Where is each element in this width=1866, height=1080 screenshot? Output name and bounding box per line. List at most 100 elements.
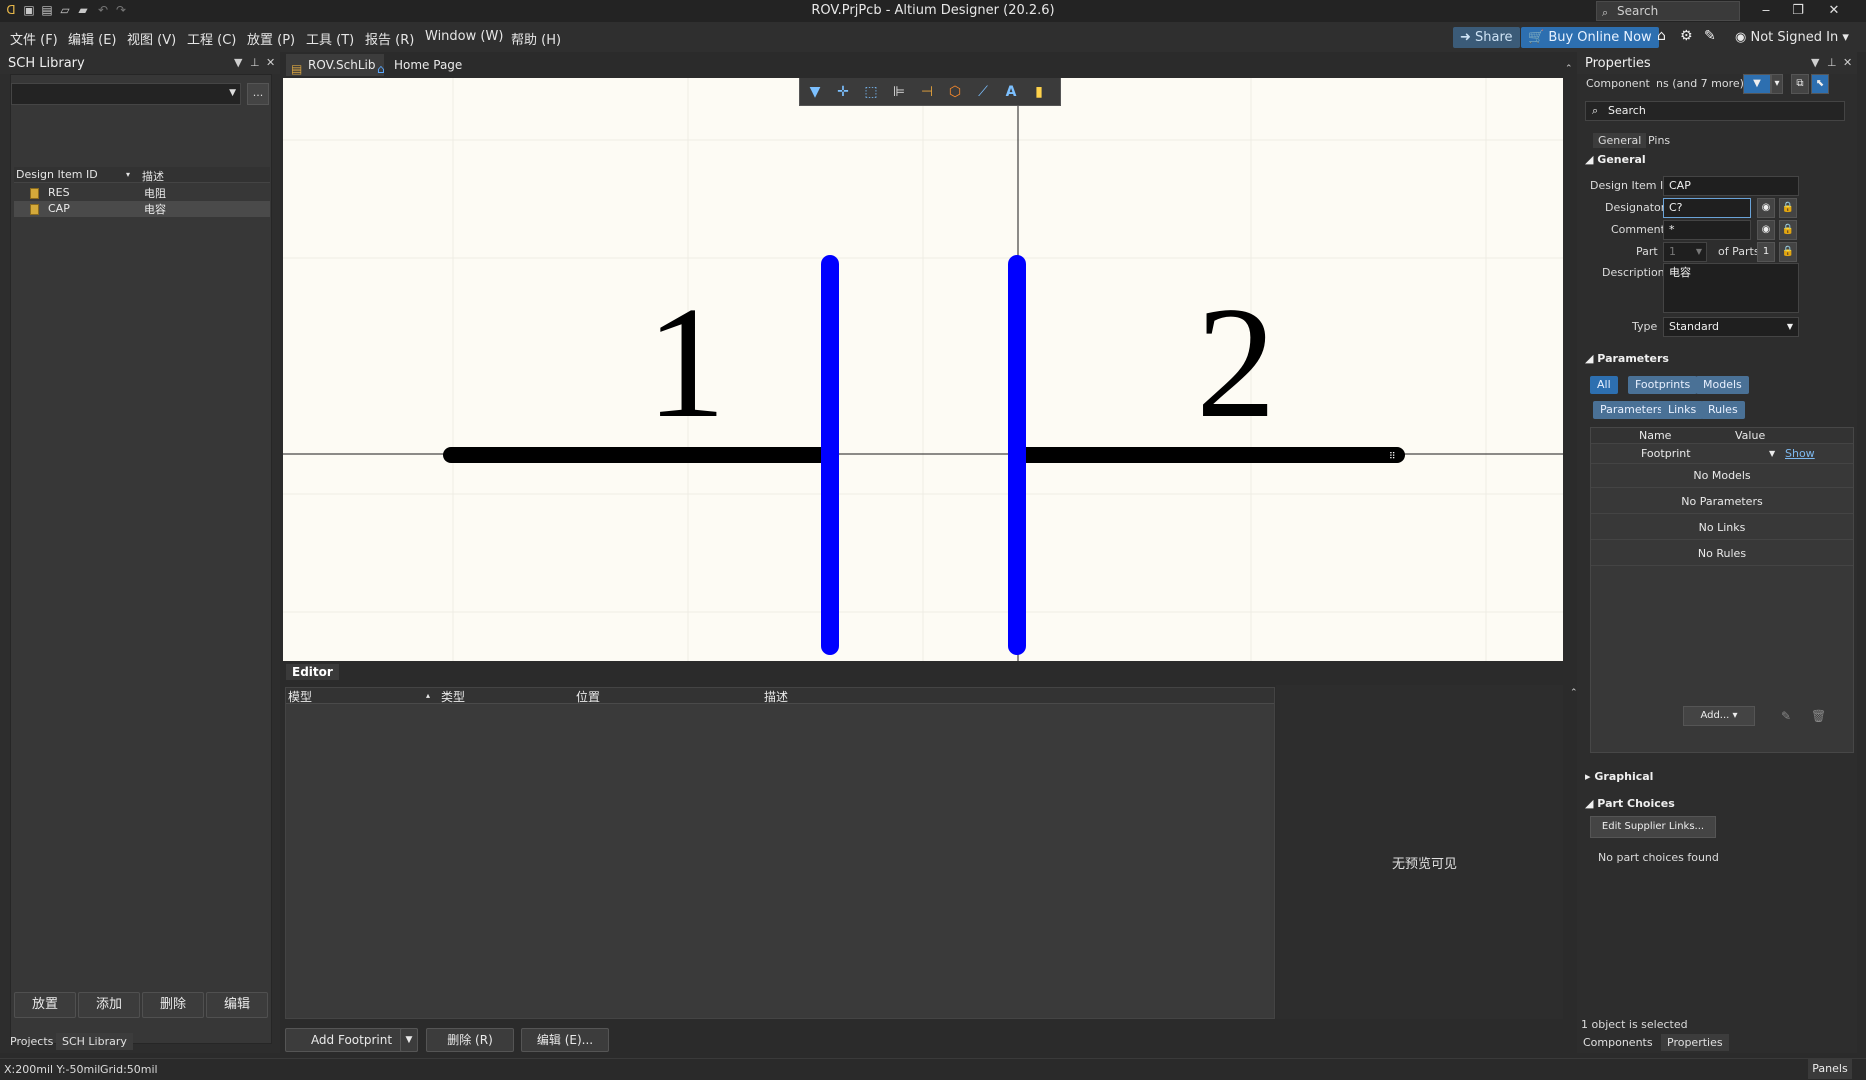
chevron-down-icon[interactable]: ▼ bbox=[1769, 444, 1775, 464]
gear-icon[interactable]: ⚙ bbox=[1680, 28, 1693, 44]
edit-button[interactable]: 编辑 bbox=[206, 992, 268, 1018]
user-account-menu[interactable]: ◉ Not Signed In ▾ bbox=[1728, 27, 1856, 48]
move-cross-icon[interactable]: ✛ bbox=[832, 82, 854, 102]
properties-search-input[interactable]: ⌕ Search bbox=[1585, 101, 1845, 121]
align-icon[interactable]: ⊫ bbox=[888, 82, 910, 102]
tab-editor[interactable]: Editor bbox=[286, 664, 339, 680]
tab-rov-schlib[interactable]: ▤ ROV.SchLib bbox=[286, 54, 384, 76]
close-button[interactable]: ✕ bbox=[1820, 1, 1848, 21]
select-mode-icon[interactable]: ⬉ bbox=[1811, 74, 1829, 94]
section-parameters[interactable]: ◢ Parameters bbox=[1585, 352, 1669, 365]
library-row[interactable]: CAP 电容 bbox=[14, 201, 270, 217]
line-icon[interactable]: ⟋ bbox=[972, 82, 994, 102]
place-button[interactable]: 放置 bbox=[14, 992, 76, 1018]
trash-icon[interactable]: 🗑 bbox=[1811, 709, 1826, 723]
lock-icon[interactable]: 🔒 bbox=[1779, 242, 1797, 262]
delete-button[interactable]: 删除 bbox=[142, 992, 204, 1018]
tab-general[interactable]: General bbox=[1593, 133, 1647, 148]
menu-view[interactable]: 视图 (V) bbox=[127, 29, 176, 48]
visibility-icon[interactable]: ◉ bbox=[1757, 220, 1775, 240]
ieee-symbol-icon[interactable]: ⬡ bbox=[944, 82, 966, 102]
delete-model-button[interactable]: 删除 (R) bbox=[426, 1028, 514, 1052]
add-model-dropdown[interactable]: ▼ bbox=[400, 1028, 418, 1052]
panel-menu-icon[interactable]: ▼ bbox=[1811, 56, 1819, 69]
filter-icon[interactable]: ▼ bbox=[804, 82, 826, 102]
tab-pins[interactable]: Pins bbox=[1643, 133, 1675, 148]
menu-edit[interactable]: 编辑 (E) bbox=[68, 29, 117, 48]
designator-field[interactable]: C? bbox=[1663, 198, 1751, 218]
col-value[interactable]: Value bbox=[1735, 428, 1765, 444]
visibility-icon[interactable]: ◉ bbox=[1757, 198, 1775, 218]
filter-rules-button[interactable]: Rules bbox=[1701, 401, 1745, 419]
tab-components[interactable]: Components bbox=[1577, 1034, 1659, 1051]
tab-properties[interactable]: Properties bbox=[1661, 1034, 1729, 1051]
menu-place[interactable]: 放置 (P) bbox=[247, 29, 295, 48]
menu-window[interactable]: Window (W) bbox=[425, 29, 503, 44]
add-parameter-button[interactable]: Add... ▾ bbox=[1683, 706, 1755, 726]
minimize-button[interactable]: ‒ bbox=[1752, 1, 1780, 21]
selection-status: 1 object is selected bbox=[1581, 1018, 1688, 1031]
tab-sch-library[interactable]: SCH Library bbox=[56, 1033, 133, 1050]
add-footprint-button[interactable]: Add Footprint bbox=[285, 1028, 418, 1052]
design-item-id-field[interactable]: CAP bbox=[1663, 176, 1799, 196]
filter-dropdown[interactable]: ▾ bbox=[1771, 74, 1783, 94]
col-description[interactable]: 描述 bbox=[764, 688, 788, 705]
library-row[interactable]: RES 电阻 bbox=[14, 185, 270, 201]
comment-field[interactable]: * bbox=[1663, 220, 1751, 240]
lock-icon[interactable]: 🔒 bbox=[1779, 220, 1797, 240]
add-button[interactable]: 添加 bbox=[78, 992, 140, 1018]
share-button[interactable]: ➜ Share bbox=[1453, 27, 1520, 48]
close-icon[interactable]: ✕ bbox=[1843, 56, 1852, 69]
select-area-icon[interactable]: ⬚ bbox=[860, 82, 882, 102]
col-design-item-id[interactable]: Design Item ID bbox=[16, 168, 98, 181]
panel-menu-icon[interactable]: ▼ bbox=[234, 56, 242, 69]
collapse-icon[interactable]: ⌃ bbox=[1565, 64, 1573, 74]
menu-file[interactable]: 文件 (F) bbox=[10, 29, 58, 48]
home-icon[interactable]: ⌂ bbox=[1657, 28, 1666, 44]
filter-footprints-button[interactable]: Footprints bbox=[1628, 376, 1698, 394]
section-part-choices[interactable]: ◢ Part Choices bbox=[1585, 797, 1675, 810]
menu-reports[interactable]: 报告 (R) bbox=[365, 29, 414, 48]
schematic-canvas[interactable]: 1 2 ⠿ ▼ ✛ ⬚ ⊫ ⊣ ⬡ ⟋ A ▮ bbox=[283, 78, 1563, 661]
tab-projects[interactable]: Projects bbox=[4, 1033, 59, 1050]
edit-icon[interactable]: ✎ bbox=[1781, 709, 1791, 723]
filter-parameters-button[interactable]: Parameters bbox=[1593, 401, 1670, 419]
part-select[interactable]: 1 ▼ bbox=[1663, 242, 1707, 262]
section-general[interactable]: ◢ General bbox=[1585, 153, 1646, 166]
pin-icon[interactable]: ⊥ bbox=[250, 56, 260, 69]
add-part-icon[interactable]: ▮ bbox=[1028, 82, 1050, 102]
buy-online-button[interactable]: 🛒 Buy Online Now bbox=[1521, 27, 1659, 48]
filter-links-button[interactable]: Links bbox=[1661, 401, 1704, 419]
footprint-row[interactable]: Footprint ▼ Show bbox=[1591, 444, 1853, 464]
selection-filter-icon[interactable]: ⧉ bbox=[1791, 74, 1809, 94]
col-name[interactable]: Name bbox=[1639, 428, 1671, 444]
library-filter-more-button[interactable]: ... bbox=[247, 83, 269, 105]
tab-home-page[interactable]: ⌂ Home Page bbox=[372, 54, 470, 76]
menu-help[interactable]: 帮助 (H) bbox=[511, 29, 561, 48]
text-icon[interactable]: A bbox=[1000, 82, 1022, 102]
global-search-input[interactable]: ⌕ Search bbox=[1596, 1, 1740, 21]
filter-button[interactable]: ▼ bbox=[1743, 74, 1771, 94]
maximize-button[interactable]: ❐ bbox=[1784, 1, 1812, 21]
col-type[interactable]: 类型 bbox=[441, 688, 465, 705]
col-model[interactable]: 模型 bbox=[288, 688, 312, 705]
library-filter-combo[interactable]: ▼ bbox=[11, 83, 241, 105]
menu-project[interactable]: 工程 (C) bbox=[187, 29, 236, 48]
description-field[interactable]: 电容 bbox=[1663, 263, 1799, 313]
col-description[interactable]: 描述 bbox=[142, 168, 164, 184]
type-select[interactable]: Standard ▼ bbox=[1663, 317, 1799, 337]
pin-icon[interactable]: ⊥ bbox=[1827, 56, 1837, 69]
edit-supplier-links-button[interactable]: Edit Supplier Links... bbox=[1590, 816, 1716, 838]
panels-button[interactable]: Panels bbox=[1808, 1059, 1852, 1079]
filter-all-button[interactable]: All bbox=[1590, 376, 1618, 394]
place-pin-icon[interactable]: ⊣ bbox=[916, 82, 938, 102]
edit-model-button[interactable]: 编辑 (E)... bbox=[521, 1028, 609, 1052]
filter-models-button[interactable]: Models bbox=[1696, 376, 1749, 394]
lock-icon[interactable]: 🔒 bbox=[1779, 198, 1797, 218]
col-position[interactable]: 位置 bbox=[576, 688, 600, 705]
close-icon[interactable]: ✕ bbox=[266, 56, 275, 69]
footprint-show-link[interactable]: Show bbox=[1785, 444, 1815, 464]
section-graphical[interactable]: ▸ Graphical bbox=[1585, 770, 1653, 783]
menu-tools[interactable]: 工具 (T) bbox=[306, 29, 354, 48]
notifications-icon[interactable]: ✎ bbox=[1704, 28, 1716, 44]
